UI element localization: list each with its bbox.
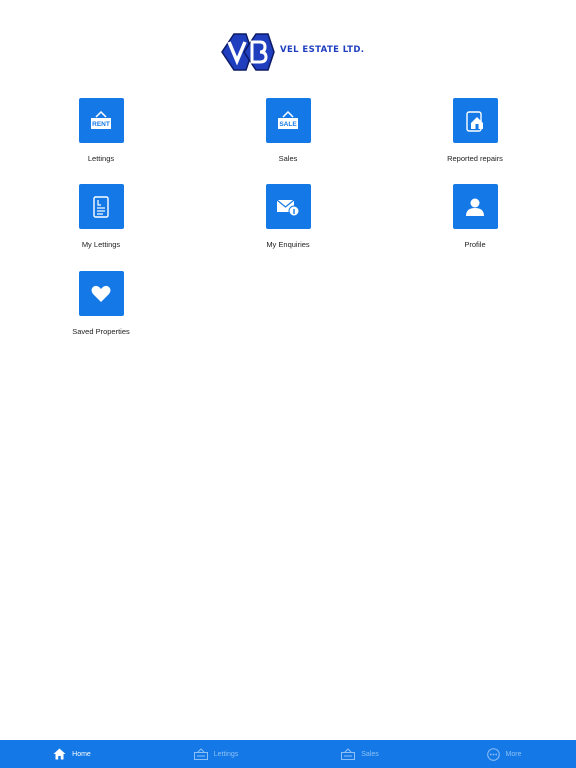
mail-info-icon — [276, 199, 300, 216]
tile-my-enquiries-box[interactable] — [265, 184, 311, 229]
tile-lettings[interactable]: RENT Lettings — [41, 98, 161, 163]
tab-sales-label: Sales — [361, 750, 379, 758]
sale-sign-icon: SALE — [278, 110, 298, 129]
tab-sales[interactable]: Sales — [288, 740, 432, 768]
tile-sales[interactable]: SALE Sales — [228, 98, 348, 163]
tab-more[interactable]: More — [432, 740, 576, 768]
tile-saved-properties-label: Saved Properties — [72, 327, 130, 336]
rent-sign-text: RENT — [92, 121, 110, 128]
tile-reported-repairs-label: Reported repairs — [447, 154, 503, 163]
tile-sales-label: Sales — [278, 154, 298, 163]
house-repair-icon — [466, 110, 483, 132]
heart-icon — [91, 285, 111, 302]
tile-saved-properties[interactable]: Saved Properties — [41, 271, 161, 336]
more-icon — [486, 747, 500, 761]
tab-bar: Home Lettings Sales More — [0, 740, 576, 768]
tile-my-enquiries[interactable]: My Enquiries — [228, 184, 348, 249]
rent-sign-icon: RENT — [91, 110, 111, 129]
tile-reported-repairs[interactable]: Reported repairs — [415, 98, 535, 163]
tile-my-lettings[interactable]: My Lettings — [41, 184, 161, 249]
person-icon — [466, 198, 484, 216]
tab-home[interactable]: Home — [0, 740, 144, 768]
tile-my-lettings-box[interactable] — [78, 184, 124, 229]
tab-lettings[interactable]: Lettings — [144, 740, 288, 768]
tile-reported-repairs-box[interactable] — [452, 98, 498, 143]
sale-sign-text: SALE — [279, 121, 297, 128]
document-icon — [93, 195, 109, 218]
tab-home-label: Home — [72, 750, 91, 758]
tile-saved-properties-box[interactable] — [78, 271, 124, 316]
brand-name: VEL ESTATE LTD. — [280, 45, 365, 55]
tile-lettings-label: Lettings — [87, 154, 115, 163]
sale-sign-icon — [341, 748, 356, 760]
tile-sales-box[interactable]: SALE — [265, 98, 311, 143]
tile-my-lettings-label: My Lettings — [81, 240, 121, 249]
home-icon — [53, 748, 66, 760]
rent-sign-icon — [193, 748, 208, 760]
tile-profile[interactable]: Profile — [415, 184, 535, 249]
tab-lettings-label: Lettings — [213, 750, 239, 758]
tile-lettings-box[interactable]: RENT — [78, 98, 124, 143]
tile-profile-label: Profile — [464, 240, 486, 249]
tile-my-enquiries-label: My Enquiries — [266, 240, 310, 249]
tile-profile-box[interactable] — [452, 184, 498, 229]
tab-more-label: More — [505, 750, 522, 758]
